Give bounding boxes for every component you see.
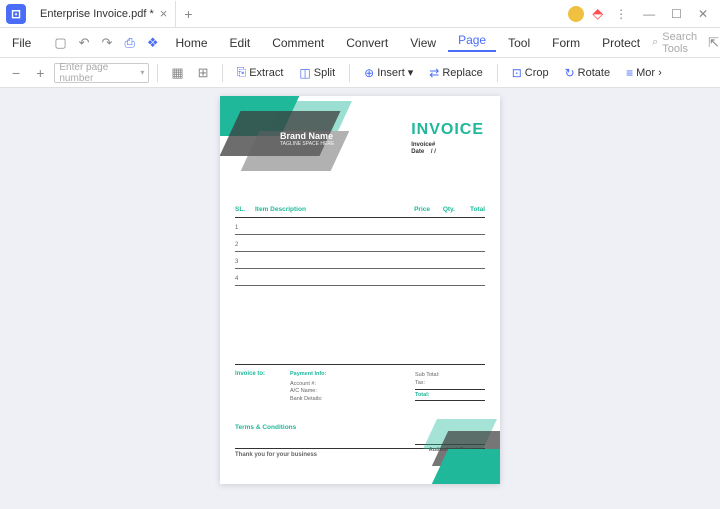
items-table: SL. Item Description Price Qty. Total 1 … (235, 206, 485, 286)
menu-convert[interactable]: Convert (336, 36, 398, 50)
menu-view[interactable]: View (400, 36, 446, 50)
insert-icon: ⊕ (364, 66, 374, 80)
totals-block: Sub Total: Tax: Total: (415, 371, 485, 404)
rotate-button[interactable]: ↻Rotate (559, 66, 616, 80)
table-row: 4 (235, 269, 485, 286)
table-row: 2 (235, 235, 485, 252)
grid-icon[interactable]: ⊞ (193, 65, 214, 81)
redo-icon[interactable]: ↷ (97, 35, 118, 51)
more-icon: ≡ (626, 66, 633, 80)
replace-icon: ⇄ (429, 66, 439, 80)
brand-block: Brand Name TAGLINE SPACE HERE (280, 131, 334, 147)
document-tab[interactable]: Enterprise Invoice.pdf * × (32, 1, 176, 27)
table-row: 1 (235, 218, 485, 235)
titlebar: ⊡ Enterprise Invoice.pdf * × + ⬘ ⋮ — ☐ ✕ (0, 0, 720, 28)
search-tools[interactable]: ⌕ Search Tools (652, 31, 697, 55)
zoom-out-button[interactable]: − (6, 65, 26, 81)
replace-button[interactable]: ⇄Replace (423, 66, 488, 80)
share-icon[interactable]: ❖ (142, 35, 164, 51)
external-icon[interactable]: ⇱ (703, 35, 720, 51)
col-price: Price (400, 206, 430, 213)
insert-button[interactable]: ⊕Insert▾ (358, 66, 419, 80)
invoice-to-label: Invoice to: (235, 371, 290, 404)
menu-home[interactable]: Home (166, 36, 218, 50)
document-canvas[interactable]: Brand Name TAGLINE SPACE HERE INVOICE In… (0, 88, 720, 509)
chevron-down-icon: ▾ (140, 68, 144, 77)
footer-decoration (400, 404, 500, 484)
menu-protect[interactable]: Protect (592, 36, 650, 50)
extract-icon: ⎘ (237, 65, 247, 80)
payment-info: Payment Info: Account #: A/C Name: Bank … (290, 371, 415, 404)
tab-title: Enterprise Invoice.pdf * (40, 8, 154, 20)
col-desc: Item Description (255, 206, 400, 213)
table-row: 3 (235, 252, 485, 269)
more-button[interactable]: ≡Mor› (620, 66, 668, 80)
col-total: Total (455, 206, 485, 213)
file-menu[interactable]: File (6, 36, 37, 50)
invoice-header: INVOICE Invoice# Date / / (411, 121, 484, 155)
col-qty: Qty. (430, 206, 455, 213)
new-tab-button[interactable]: + (176, 6, 200, 22)
brand-name: Brand Name (280, 131, 334, 141)
date-label: Date (411, 149, 424, 155)
menu-edit[interactable]: Edit (220, 36, 261, 50)
close-window-icon[interactable]: ✕ (694, 7, 712, 21)
chevron-down-icon: ▾ (408, 66, 414, 79)
menu-comment[interactable]: Comment (262, 36, 334, 50)
invoice-title: INVOICE (411, 121, 484, 139)
app-icon: ⊡ (6, 4, 26, 24)
invoice-footer: Invoice to: Payment Info: Account #: A/C… (235, 364, 485, 404)
undo-icon[interactable]: ↶ (74, 35, 95, 51)
extract-button[interactable]: ⎘Extract (231, 65, 290, 80)
save-icon[interactable]: ▢ (49, 35, 71, 51)
menu-form[interactable]: Form (542, 36, 590, 50)
rotate-icon: ↻ (565, 66, 575, 80)
crop-icon: ⊡ (512, 66, 522, 80)
col-sl: SL. (235, 206, 255, 213)
search-icon: ⌕ (652, 36, 658, 49)
kebab-icon[interactable]: ⋮ (611, 7, 631, 21)
split-button[interactable]: ◫Split (293, 66, 341, 80)
crop-button[interactable]: ⊡Crop (506, 66, 555, 80)
maximize-icon[interactable]: ☐ (667, 7, 686, 21)
menubar: File ▢ ↶ ↷ ⎙ ❖ Home Edit Comment Convert… (0, 28, 720, 58)
print-icon[interactable]: ⎙ (119, 35, 139, 51)
user-avatar[interactable] (568, 6, 584, 22)
pdf-page: Brand Name TAGLINE SPACE HERE INVOICE In… (220, 96, 500, 484)
thumbnail-icon[interactable]: ▦ (166, 65, 188, 81)
brand-tagline: TAGLINE SPACE HERE (280, 141, 334, 147)
minimize-icon[interactable]: — (639, 7, 659, 21)
split-icon: ◫ (299, 66, 310, 80)
page-number-input[interactable]: Enter page number▾ (54, 63, 149, 83)
zoom-in-button[interactable]: + (30, 65, 50, 81)
invoice-number-label: Invoice# (411, 142, 484, 148)
menu-page[interactable]: Page (448, 33, 496, 52)
terms-label: Terms & Conditions (235, 424, 296, 431)
toolbar: − + Enter page number▾ ▦ ⊞ ⎘Extract ◫Spl… (0, 58, 720, 88)
date-value: / / (431, 149, 436, 155)
close-tab-icon[interactable]: × (160, 6, 168, 21)
menu-tool[interactable]: Tool (498, 36, 540, 50)
notification-icon[interactable]: ⬘ (592, 5, 603, 22)
